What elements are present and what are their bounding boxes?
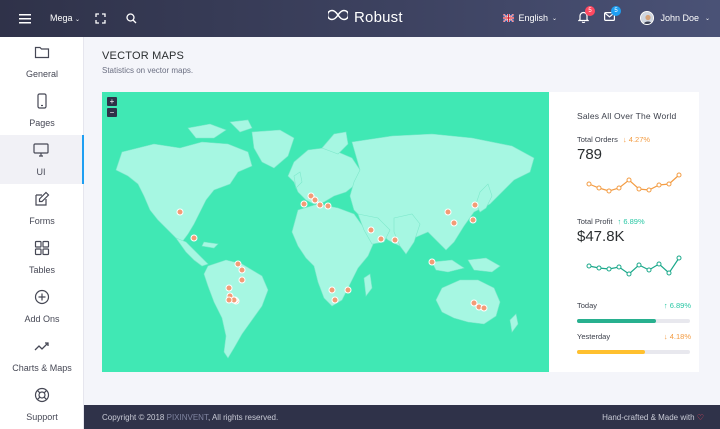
menu-toggle-icon[interactable] <box>18 12 32 26</box>
brand-logo[interactable]: Robust <box>326 8 403 26</box>
notifications-badge: 5 <box>585 6 595 16</box>
mega-menu-label: Mega <box>50 13 73 23</box>
total-profit-text: Total Profit <box>577 217 613 226</box>
trend-icon <box>34 338 50 356</box>
sidebar-item-charts-maps[interactable]: Charts & Maps <box>0 331 84 380</box>
language-label: English <box>518 13 548 23</box>
total-orders-label: Total Orders ↓ 4.27% <box>577 135 650 144</box>
today-progress-fill <box>577 319 657 323</box>
phone-icon <box>34 93 50 111</box>
sidebar: General Pages UI Forms Tables Add Ons Ch… <box>0 37 84 429</box>
chevron-down-icon: ⌄ <box>551 15 557 22</box>
yesterday-value: ↓ 4.18% <box>663 332 691 341</box>
sidebar-item-label: Tables <box>28 265 55 275</box>
sales-stats-card: Sales All Over The World Total Orders ↓ … <box>549 92 699 372</box>
brand-name: Robust <box>354 8 403 26</box>
sidebar-item-general[interactable]: General <box>0 37 84 86</box>
sidebar-item-label: Support <box>26 412 58 422</box>
heart-icon: ♡ <box>696 413 704 422</box>
sidebar-item-label: Pages <box>29 118 55 128</box>
sidebar-item-pages[interactable]: Pages <box>0 86 84 135</box>
page-title: VECTOR MAPS <box>102 50 185 62</box>
lifebuoy-icon <box>34 387 50 405</box>
chevron-down-icon: ⌄ <box>704 15 710 22</box>
sidebar-item-label: Charts & Maps <box>12 363 72 373</box>
edit-icon <box>34 191 50 209</box>
stats-title: Sales All Over The World <box>577 111 677 121</box>
yesterday-label: Yesterday <box>577 332 611 341</box>
infinity-logo-icon <box>326 8 350 26</box>
mega-menu-dropdown[interactable]: Mega ⌄ <box>50 13 80 23</box>
chevron-down-icon: ⌄ <box>75 17 81 23</box>
company-link[interactable]: PIXINVENT <box>167 413 208 422</box>
yesterday-progress-fill <box>577 350 645 354</box>
today-progress <box>577 319 690 323</box>
language-dropdown[interactable]: English ⌄ <box>502 13 557 23</box>
total-orders-text: Total Orders <box>577 135 618 144</box>
today-label: Today <box>577 301 598 310</box>
sidebar-item-support[interactable]: Support <box>0 380 84 429</box>
bell-icon <box>577 11 590 25</box>
world-map-graphic <box>115 119 535 359</box>
footer: Copyright © 2018 PIXINVENT, All rights r… <box>84 405 720 429</box>
page-subtitle: Statistics on vector maps. <box>102 66 194 75</box>
avatar <box>640 11 655 25</box>
profit-sparkline <box>586 255 682 277</box>
search-icon[interactable] <box>124 11 138 25</box>
plus-circle-icon <box>34 289 50 307</box>
world-map[interactable]: + − <box>102 92 549 372</box>
sidebar-item-label: Forms <box>29 216 55 226</box>
orders-sparkline <box>586 172 682 194</box>
total-orders-value: 789 <box>577 146 603 163</box>
map-zoom-out-button[interactable]: − <box>107 108 117 117</box>
sidebar-item-forms[interactable]: Forms <box>0 184 84 233</box>
notifications-button[interactable]: 5 <box>577 6 595 25</box>
yesterday-progress <box>577 350 690 354</box>
total-profit-value: $47.8K <box>577 228 625 245</box>
fullscreen-icon[interactable] <box>93 11 107 25</box>
footer-credit: Hand-crafted & Made with ♡ <box>602 413 704 422</box>
made-with-text: Hand-crafted & Made with <box>602 413 695 422</box>
sidebar-item-ui[interactable]: UI <box>0 135 84 184</box>
user-name: John Doe <box>660 13 699 23</box>
monitor-icon <box>33 142 49 160</box>
total-profit-delta: ↑ 6.89% <box>617 217 645 226</box>
top-navbar: Mega ⌄ Robust English ⌄ 5 5 John Doe ⌄ <box>0 0 720 37</box>
copyright-text: Copyright © 2018 <box>102 413 165 422</box>
total-profit-label: Total Profit ↑ 6.89% <box>577 217 645 226</box>
sidebar-item-label: General <box>25 69 59 79</box>
sidebar-item-add-ons[interactable]: Add Ons <box>0 282 84 331</box>
messages-button[interactable]: 5 <box>604 6 621 24</box>
footer-copyright: Copyright © 2018 PIXINVENT, All rights r… <box>102 413 278 422</box>
sidebar-item-label: UI <box>36 167 46 177</box>
rights-text: , All rights reserved. <box>207 413 279 422</box>
grid-icon <box>34 240 50 258</box>
folder-icon <box>34 44 50 62</box>
map-zoom-in-button[interactable]: + <box>107 97 117 106</box>
uk-flag-icon <box>502 13 515 23</box>
sidebar-item-label: Add Ons <box>24 314 60 324</box>
user-menu[interactable]: John Doe ⌄ <box>640 11 710 25</box>
messages-badge: 5 <box>611 6 621 16</box>
total-orders-delta: ↓ 4.27% <box>622 135 651 144</box>
sidebar-item-tables[interactable]: Tables <box>0 233 84 282</box>
today-value: ↑ 6.89% <box>663 301 691 310</box>
